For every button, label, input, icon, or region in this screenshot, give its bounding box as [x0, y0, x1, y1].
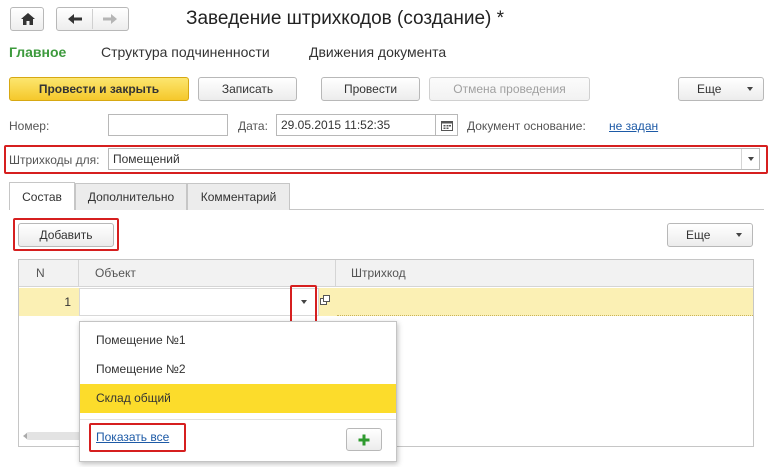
back-button[interactable]	[57, 8, 92, 30]
barcodes-for-dropdown-button[interactable]	[741, 149, 759, 169]
dropdown-add-button[interactable]	[346, 428, 382, 451]
add-button[interactable]: Добавить	[18, 223, 114, 247]
header-divider	[335, 260, 336, 287]
dropdown-divider	[80, 419, 396, 420]
barcodes-for-select[interactable]: Помещений	[108, 148, 760, 170]
save-button[interactable]: Записать	[198, 77, 297, 101]
cancel-posting-button[interactable]: Отмена проведения	[429, 77, 590, 101]
barcode-cell[interactable]	[337, 288, 753, 316]
arrow-left-icon	[68, 14, 82, 24]
calendar-button[interactable]	[436, 114, 458, 136]
more-button[interactable]: Еще	[678, 77, 764, 101]
table-row[interactable]: 1	[19, 288, 753, 316]
scroll-left-arrow[interactable]	[23, 433, 27, 439]
dropdown-item-room-2[interactable]: Помещение №2	[80, 355, 396, 384]
window-title: Заведение штрихкодов (создание) *	[186, 8, 504, 30]
calendar-icon	[440, 120, 453, 131]
date-field[interactable]: 29.05.2015 11:52:35	[276, 114, 436, 136]
object-open-button[interactable]	[319, 294, 331, 308]
more-button-label: Еще	[697, 82, 722, 96]
object-cell-input[interactable]	[79, 288, 319, 316]
number-label: Номер:	[9, 119, 50, 133]
forward-button[interactable]	[93, 8, 128, 30]
dropdown-item-general-warehouse[interactable]: Склад общий	[80, 384, 396, 413]
number-field[interactable]	[108, 114, 228, 136]
table-more-label: Еще	[686, 228, 711, 242]
table-more-button[interactable]: Еще	[667, 223, 753, 247]
post-and-close-button[interactable]: Провести и закрыть	[9, 77, 189, 101]
object-dropdown-button[interactable]	[294, 292, 314, 312]
arrow-right-icon	[103, 14, 117, 24]
basis-link[interactable]: не задан	[609, 119, 658, 133]
column-header-object[interactable]: Объект	[95, 266, 136, 280]
barcodes-for-label: Штрихкоды для:	[9, 153, 100, 167]
window-title-text: Заведение штрихкодов (создание) *	[186, 8, 505, 29]
chevron-down-icon	[747, 157, 754, 161]
tab-additional[interactable]: Дополнительно	[75, 183, 187, 210]
section-tab-movements[interactable]: Движения документа	[309, 44, 446, 60]
section-tab-structure[interactable]: Структура подчиненности	[101, 44, 270, 60]
plus-icon	[358, 434, 370, 445]
header-divider	[78, 260, 79, 287]
tab-composition[interactable]: Состав	[9, 182, 75, 210]
barcodes-for-value: Помещений	[113, 152, 180, 166]
date-value: 29.05.2015 11:52:35	[281, 118, 391, 132]
column-header-barcode[interactable]: Штрихкод	[351, 266, 406, 280]
chevron-down-icon	[301, 300, 307, 304]
show-all-link[interactable]: Показать все	[96, 430, 169, 444]
section-tab-main[interactable]: Главное	[9, 44, 66, 60]
chevron-down-icon	[747, 87, 753, 91]
chevron-down-icon	[736, 233, 742, 237]
row-number: 1	[64, 295, 71, 309]
basis-label: Документ основание:	[467, 119, 586, 133]
home-icon	[21, 13, 35, 25]
home-button[interactable]	[10, 7, 44, 31]
date-label: Дата:	[238, 119, 268, 133]
table-header: N Объект Штрихкод	[19, 260, 753, 287]
object-dropdown-popup: Помещение №1 Помещение №2 Склад общий По…	[79, 321, 397, 462]
column-header-n[interactable]: N	[36, 266, 45, 280]
post-button[interactable]: Провести	[321, 77, 420, 101]
tab-comment[interactable]: Комментарий	[187, 183, 290, 210]
open-form-icon	[320, 295, 330, 305]
dropdown-item-room-1[interactable]: Помещение №1	[80, 326, 396, 355]
